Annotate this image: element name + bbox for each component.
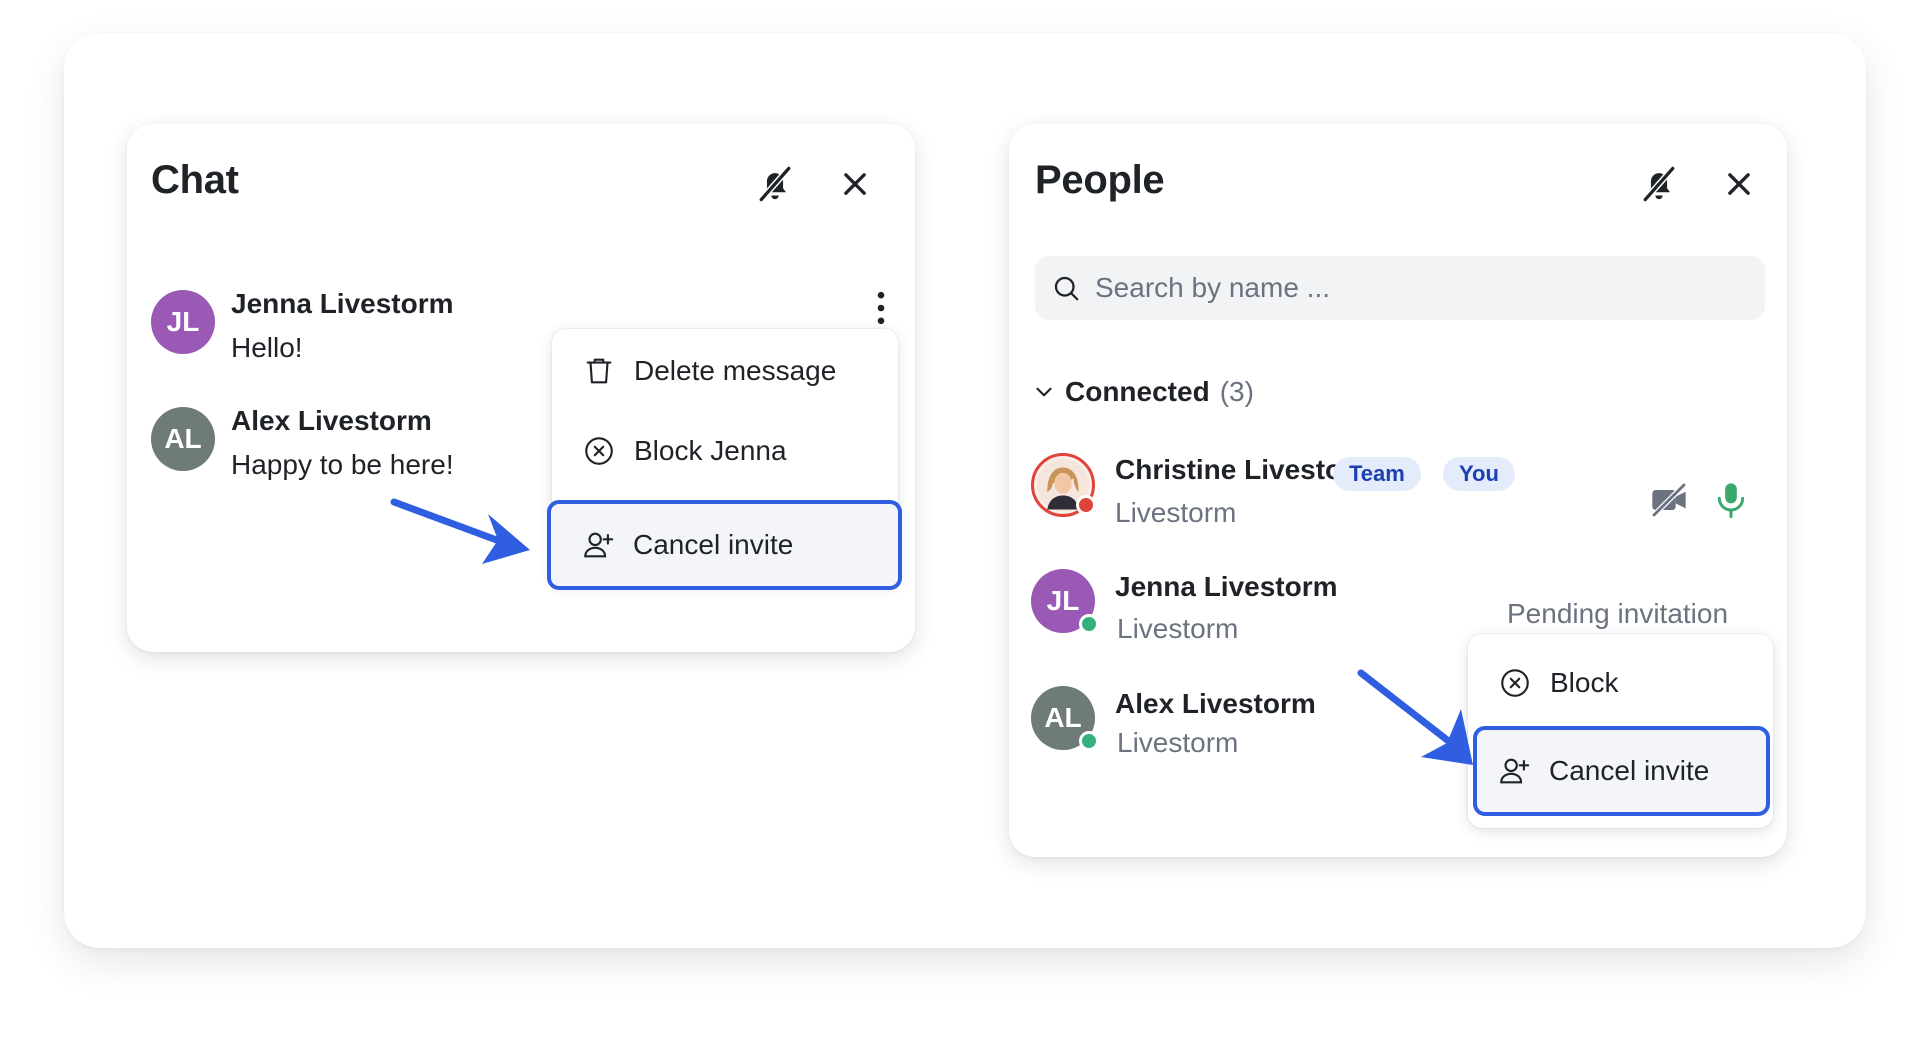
group-label: Connected [1065,376,1210,407]
avatar-initials: JL [1046,585,1080,616]
participant-company: Livestorm [1117,613,1239,644]
menu-item-label: Delete message [634,355,837,386]
participant-context-menu: Block Cancel invite [1468,634,1773,828]
menu-item-label: Block [1550,667,1619,698]
block-circle-x-icon [582,434,616,468]
camera-toggle-button[interactable] [1649,480,1689,520]
status-dot [1076,495,1096,515]
chat-title: Chat [151,158,239,202]
avatar: AL [151,407,215,471]
avatar [1031,453,1096,517]
user-plus-icon [1497,754,1531,788]
close-chat-button[interactable] [833,162,877,206]
status-dot [1079,614,1099,634]
participant-name: Alex Livestorm [1115,688,1316,719]
cancel-invite-menu-item[interactable]: Cancel invite [1473,726,1770,816]
kebab-menu-icon [877,291,885,325]
message-text: Hello! [231,332,303,363]
block-participant-menu-item[interactable]: Block [1468,644,1773,722]
block-circle-x-icon [1498,666,1532,700]
participant-name: Jenna Livestorm [1115,571,1338,602]
message-author: Jenna Livestorm [231,288,454,319]
cancel-invite-menu-item[interactable]: Cancel invite [547,500,902,590]
close-icon [844,173,866,195]
people-panel: People Connected (3) [1009,124,1787,857]
search-icon [1051,273,1081,303]
participant-company: Livestorm [1115,497,1237,528]
menu-item-label: Cancel invite [633,529,794,560]
avatar: JL [1031,569,1099,634]
team-badge: Team [1333,457,1421,491]
delete-message-menu-item[interactable]: Delete message [552,331,898,411]
bell-off-icon [1642,165,1676,203]
pending-invitation-label: Pending invitation [1507,598,1729,629]
search-box [1035,256,1765,320]
connected-group-toggle[interactable]: Connected (3) [1031,376,1254,408]
video-off-icon [1651,482,1687,518]
bell-off-icon [758,165,792,203]
message-text: Happy to be here! [231,449,454,480]
message-context-menu: Delete message Block Jenna Cancel invite [547,329,902,590]
avatar: JL [151,290,215,354]
avatar-initials: JL [166,306,200,337]
mute-notifications-button[interactable] [753,162,797,206]
message-author: Alex Livestorm [231,405,432,436]
microphone-toggle-button[interactable] [1711,480,1751,520]
participant-company: Livestorm [1117,727,1239,758]
block-user-menu-item[interactable]: Block Jenna [552,411,898,491]
user-plus-icon [581,528,615,562]
you-badge: You [1443,457,1515,491]
avatar-initials: AL [1044,702,1082,733]
message-options-button[interactable] [865,286,897,330]
chat-panel: Chat JL Jenna Livestorm Hello! AL Alex L… [127,124,915,652]
avatar: AL [1031,686,1099,751]
people-title: People [1035,158,1165,202]
mute-notifications-button[interactable] [1637,162,1681,206]
status-dot [1079,731,1099,751]
trash-icon [582,354,616,388]
group-count: (3) [1219,376,1254,407]
menu-item-label: Cancel invite [1549,755,1710,786]
microphone-icon [1717,483,1745,519]
chevron-down-icon [1036,387,1052,397]
avatar-initials: AL [164,423,202,454]
close-icon [1728,173,1750,195]
menu-item-label: Block Jenna [634,435,787,466]
close-people-button[interactable] [1717,162,1761,206]
search-input[interactable] [1093,271,1737,305]
